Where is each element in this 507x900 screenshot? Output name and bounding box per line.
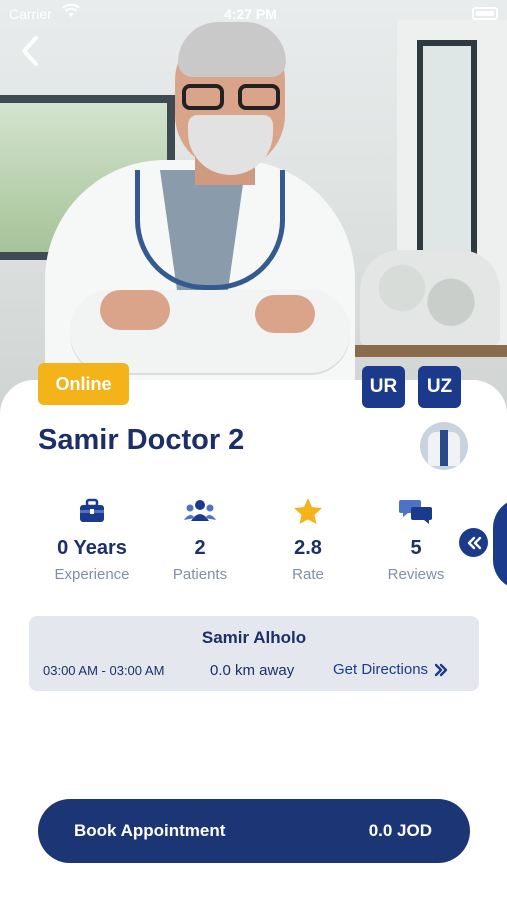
- clinic-name: Samir Alholo: [201, 628, 307, 647]
- stat-value: 2: [194, 537, 206, 559]
- background-plants: [360, 250, 500, 345]
- clinic-info-panel: Samir Alholo 03:00 AM - 03:00 AM 0.0 km …: [29, 616, 479, 691]
- clinic-distance: 0.0 km away: [210, 662, 295, 679]
- double-chevron-right-icon: [434, 663, 448, 676]
- carrier-label: Carrier: [9, 6, 52, 22]
- double-chevron-left-icon: [467, 536, 481, 549]
- stat-reviews: 5 Reviews: [361, 495, 471, 583]
- stat-patients: 2 Patients: [145, 495, 255, 583]
- background-counter: [340, 345, 507, 357]
- stat-label: Experience: [54, 566, 130, 583]
- stat-value: 5: [410, 537, 422, 559]
- doctor-name: Samir Doctor 2: [38, 424, 245, 456]
- stat-label: Reviews: [387, 566, 445, 583]
- star-icon: [253, 495, 363, 527]
- chat-bubbles-icon: [361, 495, 471, 527]
- status-badge: Online: [38, 363, 129, 405]
- doctor-photo: [0, 0, 507, 420]
- book-appointment-label: Book Appointment: [74, 821, 226, 840]
- clinic-hours: 03:00 AM - 03:00 AM: [43, 663, 165, 678]
- stat-value: 0 Years: [57, 537, 127, 559]
- language-badge-ur[interactable]: UR: [362, 366, 405, 408]
- stat-rate: 2.8 Rate: [253, 495, 363, 583]
- doctor-hair: [178, 22, 286, 77]
- stat-value: 2.8: [294, 537, 322, 559]
- back-button[interactable]: [16, 34, 46, 68]
- appointment-price: 0.0 JOD: [368, 821, 432, 840]
- battery-icon: [472, 7, 498, 20]
- clock: 4:27 PM: [224, 6, 277, 22]
- status-bar: Carrier 4:27 PM: [0, 0, 507, 28]
- stat-experience: 0 Years Experience: [37, 495, 147, 583]
- doctor-glasses: [182, 84, 280, 112]
- collapse-button[interactable]: [459, 528, 488, 557]
- briefcase-icon: [37, 495, 147, 527]
- wifi-icon: [62, 3, 80, 22]
- stat-label: Rate: [292, 566, 324, 583]
- chevron-left-icon: [22, 36, 38, 66]
- patients-icon: [145, 495, 255, 527]
- doctor-hand-left: [100, 290, 170, 330]
- stat-label: Patients: [172, 566, 228, 583]
- avatar[interactable]: [420, 422, 468, 470]
- get-directions-label: Get Directions: [333, 661, 429, 678]
- language-badge-uz[interactable]: UZ: [418, 366, 461, 408]
- doctor-hand-right: [255, 295, 315, 333]
- book-appointment-button[interactable]: Book Appointment 0.0 JOD: [38, 799, 470, 863]
- get-directions-link[interactable]: Get Directions: [333, 661, 448, 678]
